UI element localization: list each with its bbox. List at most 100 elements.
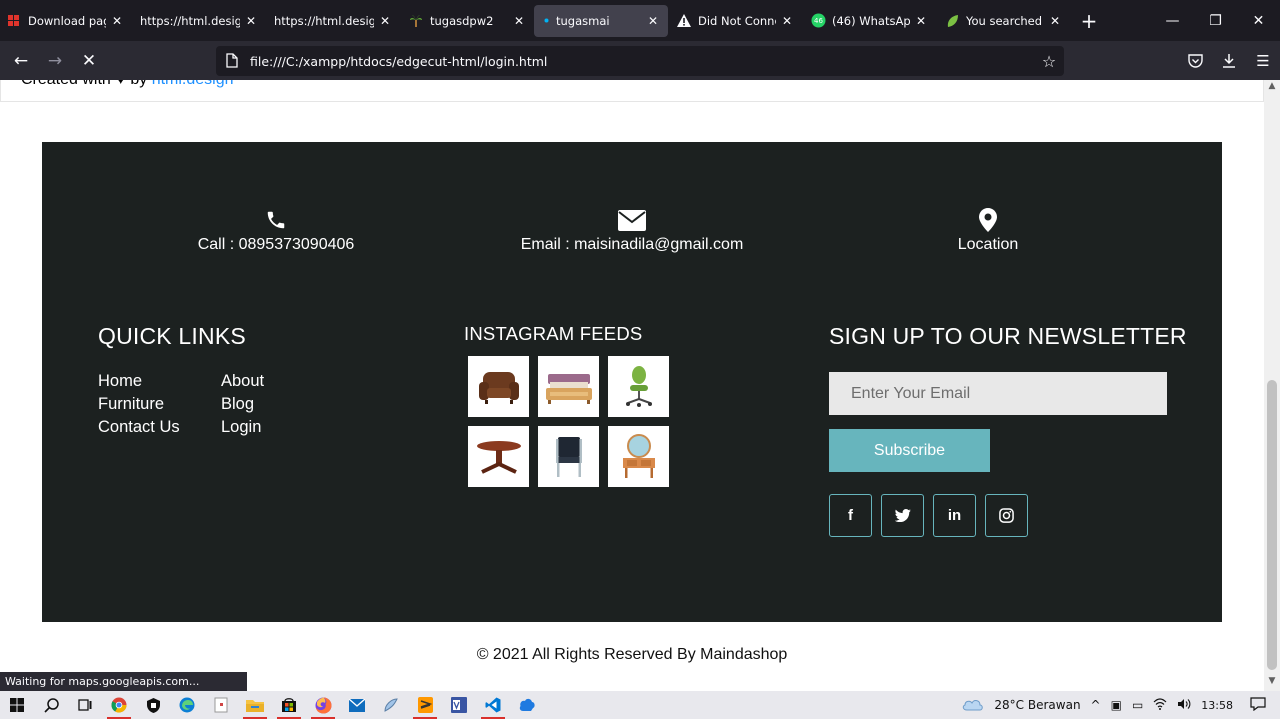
close-icon[interactable]: ✕ <box>378 14 392 28</box>
link-login[interactable]: Login <box>221 418 321 439</box>
office-chair-image[interactable] <box>608 356 669 417</box>
edge-icon[interactable] <box>170 691 204 719</box>
email-text[interactable]: Email : maisinadila@gmail.com <box>482 236 782 254</box>
chevron-up-icon[interactable]: ^ <box>1091 698 1101 712</box>
link-home[interactable]: Home <box>98 372 221 393</box>
tab-title: https://html.design/ <box>140 13 240 28</box>
facebook-icon[interactable]: f <box>829 494 872 537</box>
tab-html-design-1[interactable]: https://html.design/ ✕ <box>132 5 266 37</box>
paint-icon[interactable] <box>374 691 408 719</box>
link-contact-us[interactable]: Contact Us <box>98 418 221 439</box>
close-icon[interactable]: ✕ <box>244 14 258 28</box>
location-text[interactable]: Location <box>838 236 1138 254</box>
close-icon[interactable]: ✕ <box>1048 14 1062 28</box>
social-links: f in <box>829 494 1037 537</box>
linkedin-icon[interactable]: in <box>933 494 976 537</box>
chrome-icon[interactable] <box>102 691 136 719</box>
window-controls: — ❐ ✕ <box>1151 0 1280 41</box>
cloud-app-icon[interactable] <box>510 691 544 719</box>
envelope-icon <box>482 208 782 232</box>
store-icon[interactable] <box>272 691 306 719</box>
meet-now-icon[interactable]: ▣ <box>1111 698 1122 712</box>
address-bar[interactable]: file:///C:/xampp/htdocs/edgecut-html/log… <box>216 46 1064 76</box>
credit-prefix: Created with <box>21 80 111 89</box>
page-scrollbar[interactable]: ▲ ▼ <box>1264 80 1280 691</box>
restore-icon[interactable]: ❐ <box>1194 0 1237 41</box>
twitter-icon[interactable] <box>881 494 924 537</box>
pocket-icon[interactable] <box>1178 41 1212 80</box>
close-icon[interactable]: ✕ <box>780 14 794 28</box>
wifi-icon[interactable] <box>1153 697 1167 713</box>
sublime-text-icon[interactable] <box>408 691 442 719</box>
close-icon[interactable]: ✕ <box>914 14 928 28</box>
copyright-text: © 2021 All Rights Reserved By Maindashop <box>476 646 788 663</box>
stop-loading-button[interactable]: ✕ <box>72 44 106 78</box>
email-field[interactable] <box>829 372 1167 415</box>
link-furniture[interactable]: Furniture <box>98 395 221 416</box>
tab-html-design-2[interactable]: https://html.design/ ✕ <box>266 5 400 37</box>
credit-link[interactable]: html.design <box>152 80 234 89</box>
visio-icon[interactable] <box>442 691 476 719</box>
weather-text[interactable]: 28°C Berawan <box>994 698 1080 712</box>
notepad-icon[interactable] <box>204 691 238 719</box>
tab-tugasdpw2[interactable]: tugasdpw2 ✕ <box>400 5 534 37</box>
round-table-image[interactable] <box>468 426 529 487</box>
volume-icon[interactable] <box>1177 698 1191 713</box>
tab-tugasmai[interactable]: tugasmai ✕ <box>534 4 668 37</box>
svg-text:46: 46 <box>814 17 823 25</box>
minimize-icon[interactable]: — <box>1151 0 1194 41</box>
bed-image[interactable] <box>538 356 599 417</box>
system-tray: 28°C Berawan ^ ▣ ▭ 13:58 <box>957 691 1280 719</box>
call-text[interactable]: Call : 0895373090406 <box>126 236 426 254</box>
notifications-icon[interactable] <box>1250 696 1266 714</box>
close-window-icon[interactable]: ✕ <box>1237 0 1280 41</box>
toolbar-right: ☰ <box>1178 41 1280 80</box>
search-icon[interactable] <box>34 691 68 719</box>
scroll-up-icon[interactable]: ▲ <box>1264 81 1280 95</box>
subscribe-button[interactable]: Subscribe <box>829 429 990 472</box>
tab-download-page[interactable]: Download page ✕ <box>0 5 132 37</box>
menu-icon[interactable]: ☰ <box>1246 41 1280 80</box>
instagram-grid <box>468 356 669 487</box>
back-button[interactable]: ← <box>4 44 38 78</box>
weather-icon[interactable] <box>962 697 984 714</box>
instagram-icon[interactable] <box>985 494 1028 537</box>
contact-email: Email : maisinadila@gmail.com <box>482 208 782 254</box>
map-marker-icon <box>838 208 1138 232</box>
link-blog[interactable]: Blog <box>221 395 321 416</box>
clock-text[interactable]: 13:58 <box>1201 699 1233 712</box>
vpn-shield-icon[interactable] <box>136 691 170 719</box>
tab-title: tugasdpw2 <box>430 13 494 28</box>
tab-did-not-connect[interactable]: Did Not Connect ✕ <box>668 5 802 37</box>
chair-image[interactable] <box>538 426 599 487</box>
scroll-down-icon[interactable]: ▼ <box>1264 676 1280 690</box>
tab-title: Did Not Connect <box>698 13 776 28</box>
battery-icon[interactable]: ▭ <box>1132 698 1143 712</box>
tab-whatsapp[interactable]: 46 (46) WhatsApp ✕ <box>802 5 936 37</box>
close-icon[interactable]: ✕ <box>512 14 526 28</box>
download-page-favicon-icon <box>6 13 22 29</box>
task-view-icon[interactable] <box>68 691 102 719</box>
contact-call: Call : 0895373090406 <box>126 208 426 254</box>
vanity-image[interactable] <box>608 426 669 487</box>
bookmark-star-icon[interactable]: ☆ <box>1034 52 1064 71</box>
windows-start-icon[interactable] <box>0 691 34 719</box>
file-explorer-icon[interactable] <box>238 691 272 719</box>
firefox-icon[interactable] <box>306 691 340 719</box>
mail-icon[interactable] <box>340 691 374 719</box>
instagram-title: INSTAGRAM FEEDS <box>464 323 643 344</box>
forward-button[interactable]: → <box>38 44 72 78</box>
link-about[interactable]: About <box>221 372 321 393</box>
tab-search-results[interactable]: You searched for ✕ <box>936 5 1070 37</box>
download-icon[interactable] <box>1212 41 1246 80</box>
tab-bar: Download page ✕ https://html.design/ ✕ h… <box>0 0 1280 41</box>
heart-icon: ♥ <box>116 80 126 89</box>
vscode-icon[interactable] <box>476 691 510 719</box>
close-icon[interactable]: ✕ <box>646 14 660 28</box>
newsletter-title: SIGN UP TO OUR NEWSLETTER <box>829 323 1187 349</box>
scroll-thumb[interactable] <box>1267 380 1277 670</box>
new-tab-button[interactable]: + <box>1074 9 1104 33</box>
close-icon[interactable]: ✕ <box>110 14 124 28</box>
armchair-image[interactable] <box>468 356 529 417</box>
windows-taskbar: 28°C Berawan ^ ▣ ▭ 13:58 <box>0 691 1280 719</box>
